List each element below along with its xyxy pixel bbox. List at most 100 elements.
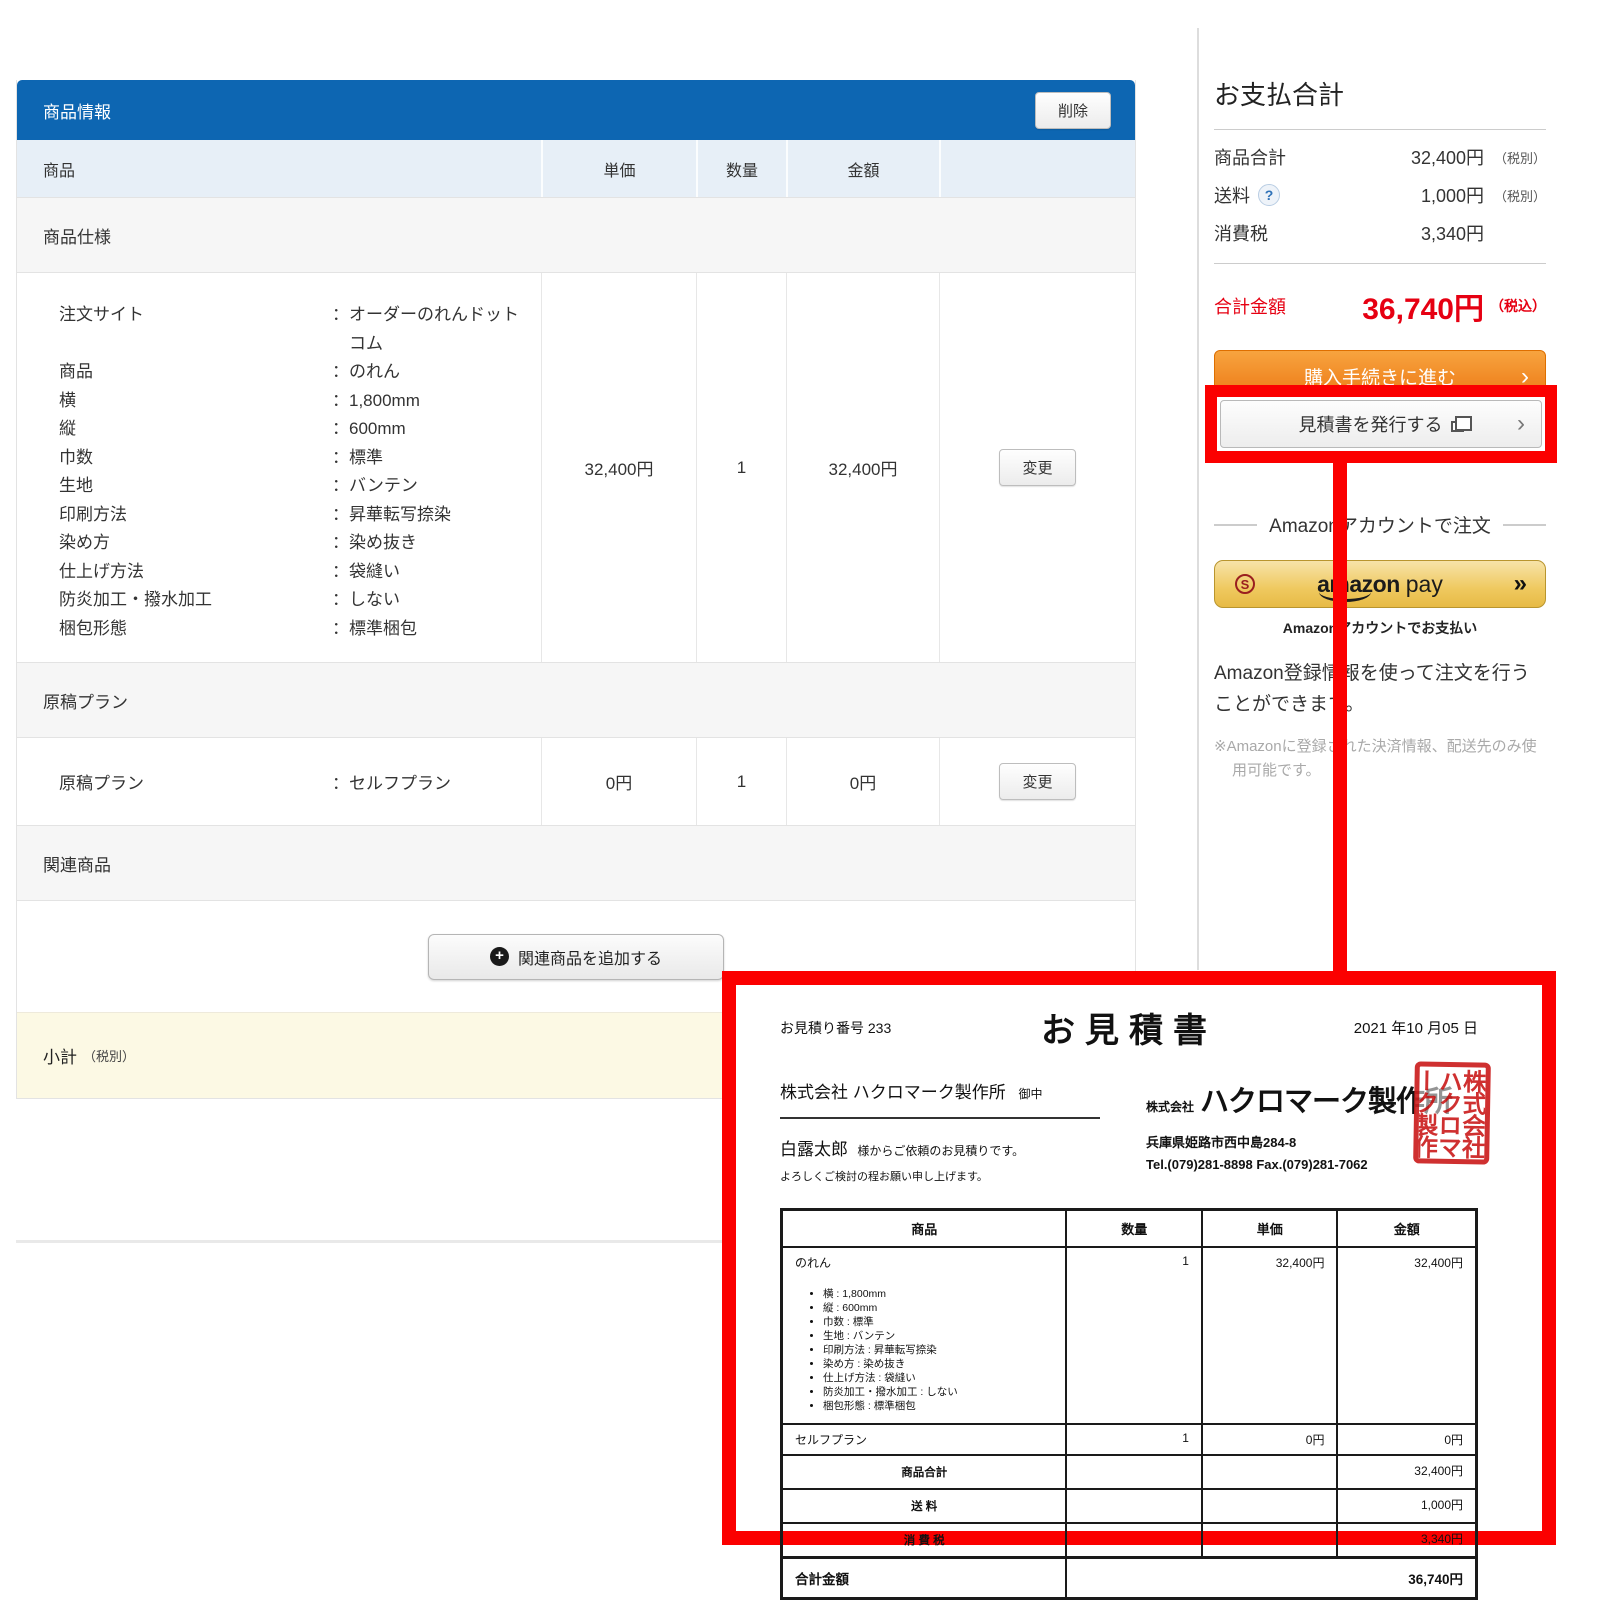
quote-item-amount: 32,400円 [1337, 1247, 1476, 1424]
quote-table-header: 商品 数量 単価 金額 [782, 1210, 1477, 1248]
grand-total-label: 合計金額 [1214, 293, 1286, 319]
column-qty: 数量 [696, 140, 786, 197]
tax-row: 消費税 3,340円 [1214, 220, 1546, 246]
quote-total-label: 合計金額 [782, 1558, 1067, 1599]
column-product: 商品 [17, 140, 541, 197]
external-window-icon [1451, 421, 1464, 432]
quote-col-product: 商品 [782, 1210, 1067, 1248]
subtotal-label: 小計 [43, 1043, 77, 1068]
divider [1214, 524, 1257, 526]
item-total-row: 商品合計 32,400円 （税別） [1214, 144, 1546, 170]
product-info-header: 商品情報 削除 [17, 80, 1135, 140]
quote-sum-row: 送 料 1,000円 [782, 1489, 1477, 1523]
column-unit-price: 単価 [541, 140, 696, 197]
product-info-card: 商品情報 削除 商品 単価 数量 金額 商品仕様 注文サイト：オーダーのれんドッ… [16, 80, 1136, 1099]
draft-amount: 0円 [786, 738, 939, 825]
spec-line: 防炎加工・撥水加工：しない [59, 586, 521, 615]
quote-title: お見積書 [980, 1003, 1278, 1052]
draft-unit-price: 0円 [541, 738, 696, 825]
quote-number: お見積り番号 233 [780, 1018, 980, 1038]
spec-line: 注文サイト：オーダーのれんドットコム [59, 301, 521, 358]
draft-qty: 1 [696, 738, 786, 825]
quote-company-block: 株式会社 ハクロマーク製作所 兵庫県姫路市西中島284-8 Tel.(079)2… [1100, 1078, 1478, 1184]
quote-recipient: 株式会社 ハクロマーク製作所 [780, 1083, 1006, 1102]
quote-col-qty: 数量 [1066, 1210, 1202, 1248]
tax-label: 消費税 [1214, 220, 1268, 246]
amazon-description: Amazon登録情報を使って注文を行うことができます。 [1214, 658, 1546, 721]
divider [1214, 263, 1546, 264]
quote-total-row: 合計金額 36,740円 [782, 1558, 1477, 1599]
quote-header: お見積り番号 233 お見積書 2021 年10 月05 日 [780, 1003, 1478, 1052]
spec-line: 梱包形態：標準梱包 [59, 615, 521, 644]
quote-item-qty: 1 [1066, 1247, 1202, 1424]
quote-item-details: 横 : 1,800mm 縦 : 600mm 巾数 : 標準 生地 : バンテン … [795, 1287, 1053, 1413]
add-related-label: 関連商品を追加する [518, 945, 662, 969]
tax-value: 3,340円 [1421, 220, 1484, 246]
section-related: 関連商品 [17, 825, 1135, 901]
vertical-divider [1197, 28, 1199, 970]
draft-plan-value: ：セルフプラン [332, 769, 451, 794]
spec-line: 仕上げ方法：袋縫い [59, 558, 521, 587]
amazon-heading: Amazonアカウントで注文 [1214, 511, 1546, 538]
shipping-row: 送料 ? 1,000円 （税別） [1214, 182, 1546, 208]
spec-list: 注文サイト：オーダーのれんドットコム 商品：のれん 横：1,800mm 縦：60… [17, 273, 541, 643]
quote-table: 商品 数量 単価 金額 のれん 横 : 1,800mm 縦 : 600mm 巾数… [780, 1208, 1478, 1600]
change-draft-button[interactable]: 変更 [999, 763, 1075, 800]
quote-col-amount: 金額 [1337, 1210, 1476, 1248]
section-draft-plan: 原稿プラン [17, 662, 1135, 738]
quote-item-name: のれん [795, 1254, 1053, 1271]
quote-highlight-box: 見積書を発行する › [1205, 385, 1557, 463]
shipping-value: 1,000円 [1421, 182, 1484, 208]
quote-selfplan-row: セルフプラン 1 0円 0円 [782, 1424, 1477, 1455]
spec-line: 横：1,800mm [59, 387, 521, 416]
quote-total-value: 36,740円 [1066, 1558, 1476, 1599]
quote-sum-row: 商品合計 32,400円 [782, 1455, 1477, 1489]
grand-total-value: 36,740円 [1362, 284, 1484, 328]
spec-product-row: 注文サイト：オーダーのれんドットコム 商品：のれん 横：1,800mm 縦：60… [17, 273, 1135, 662]
subtotal-note: （税別） [83, 1046, 135, 1065]
double-chevron-icon: » [1514, 570, 1527, 598]
amazon-note: ※Amazonに登録された決済情報、配送先のみ使用可能です。 [1214, 735, 1546, 783]
spec-unit-price: 32,400円 [541, 273, 696, 662]
grand-total-note: （税込） [1484, 296, 1546, 316]
spec-line: 染め方：染め抜き [59, 529, 521, 558]
quote-selfplan-name: セルフプラン [782, 1424, 1067, 1455]
shipping-note: （税別） [1484, 186, 1546, 205]
red-connector-line [1333, 455, 1347, 985]
quote-info: 株式会社 ハクロマーク製作所 御中 白露太郎 様からご依頼のお見積りです。 よろ… [780, 1078, 1478, 1184]
help-icon[interactable]: ? [1258, 184, 1280, 206]
delete-button[interactable]: 削除 [1035, 92, 1111, 129]
quote-col-unit-price: 単価 [1202, 1210, 1338, 1248]
item-total-note: （税別） [1484, 148, 1546, 167]
company-prefix: 株式会社 [1146, 1098, 1194, 1115]
section-spec: 商品仕様 [17, 197, 1135, 273]
plus-icon: + [490, 947, 509, 966]
add-related-button[interactable]: + 関連商品を追加する [428, 934, 724, 980]
spec-line: 生地：バンテン [59, 472, 521, 501]
draft-plan-row: 原稿プラン ：セルフプラン 0円 1 0円 変更 [17, 738, 1135, 825]
change-spec-button[interactable]: 変更 [999, 449, 1075, 486]
content-bottom-divider [16, 1240, 726, 1243]
payment-title: お支払合計 [1214, 75, 1546, 112]
draft-plan-label: 原稿プラン [59, 769, 332, 794]
product-info-title: 商品情報 [43, 98, 111, 123]
chevron-right-icon: › [1517, 412, 1525, 436]
amazon-pay-button[interactable]: S amazon pay » [1214, 560, 1546, 608]
quotation-document: お見積り番号 233 お見積書 2021 年10 月05 日 株式会社 ハクロマ… [722, 971, 1556, 1545]
quote-date: 2021 年10 月05 日 [1278, 1017, 1478, 1038]
s-mark-icon: S [1235, 574, 1255, 594]
spec-line: 印刷方法：昇華転写捺染 [59, 501, 521, 530]
issue-quote-button[interactable]: 見積書を発行する › [1220, 400, 1542, 448]
quote-item-row: のれん 横 : 1,800mm 縦 : 600mm 巾数 : 標準 生地 : バ… [782, 1247, 1477, 1424]
item-total-label: 商品合計 [1214, 144, 1286, 170]
quote-requester-text: 様からご依頼のお見積りです。 [857, 1144, 1024, 1158]
quote-recipient-block: 株式会社 ハクロマーク製作所 御中 白露太郎 様からご依頼のお見積りです。 よろ… [780, 1078, 1100, 1184]
divider [1214, 129, 1546, 130]
issue-quote-label: 見積書を発行する [1299, 411, 1443, 437]
shipping-label: 送料 [1214, 182, 1250, 208]
quote-item-unit: 32,400円 [1202, 1247, 1338, 1424]
item-total-value: 32,400円 [1411, 144, 1484, 170]
company-seal-stamp: 株式会社ハクロマーク製作所 [1413, 1061, 1491, 1164]
divider [1503, 524, 1546, 526]
quote-greeting: よろしくご検討の程お願い申し上げます。 [780, 1168, 1100, 1184]
